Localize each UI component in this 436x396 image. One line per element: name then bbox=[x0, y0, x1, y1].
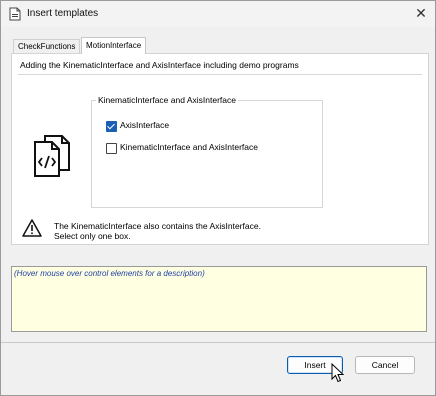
dialog-window: Insert templates ✕ CheckFunctions Motion… bbox=[0, 0, 436, 396]
tab-check-functions[interactable]: CheckFunctions bbox=[13, 39, 81, 54]
description-box: (Hover mouse over control elements for a… bbox=[11, 266, 427, 332]
cursor-icon bbox=[331, 363, 345, 383]
template-file-icon bbox=[9, 7, 21, 21]
divider bbox=[18, 74, 422, 75]
interface-groupbox: KinematicInterface and AxisInterface Axi… bbox=[91, 95, 323, 208]
axis-interface-checkbox[interactable] bbox=[106, 121, 117, 132]
kinematic-interface-label[interactable]: KinematicInterface and AxisInterface bbox=[120, 142, 258, 152]
window-title: Insert templates bbox=[27, 8, 99, 19]
motion-interface-panel: Adding the KinematicInterface and AxisIn… bbox=[11, 53, 429, 245]
hint-text: (Hover mouse over control elements for a… bbox=[14, 269, 205, 278]
button-area-divider bbox=[1, 342, 435, 343]
title-bar[interactable]: Insert templates ✕ bbox=[1, 1, 435, 27]
code-files-icon bbox=[34, 135, 70, 177]
warning-icon bbox=[22, 219, 42, 237]
tab-motion-interface[interactable]: MotionInterface bbox=[81, 37, 147, 54]
warning-line-2: Select only one box. bbox=[54, 231, 131, 241]
cancel-button[interactable]: Cancel bbox=[355, 356, 415, 374]
warning-message: The KinematicInterface also contains the… bbox=[54, 221, 261, 241]
panel-description: Adding the KinematicInterface and AxisIn… bbox=[20, 60, 299, 70]
kinematic-interface-checkbox[interactable] bbox=[106, 143, 117, 154]
close-icon[interactable]: ✕ bbox=[407, 1, 435, 25]
warning-line-1: The KinematicInterface also contains the… bbox=[54, 221, 261, 231]
groupbox-title: KinematicInterface and AxisInterface bbox=[96, 95, 238, 105]
axis-interface-label[interactable]: AxisInterface bbox=[120, 120, 169, 130]
